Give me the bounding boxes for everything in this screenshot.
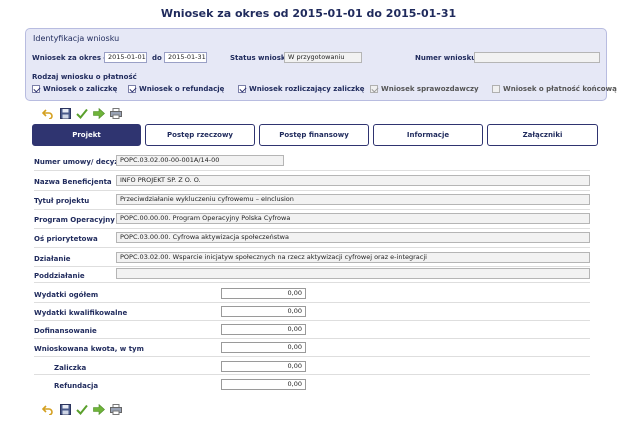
tab-bar: Projekt Postęp rzeczowy Postęp finansowy… (32, 124, 598, 146)
kind-final-label: Wniosek o płatność końcową (503, 85, 617, 93)
divider (34, 374, 590, 375)
divider (34, 266, 590, 267)
divider (34, 320, 590, 321)
submeasure-label: Poddziałanie (34, 272, 85, 280)
kind-settlement-checkbox[interactable]: Wniosek rozliczający zaliczkę (238, 85, 365, 93)
measure-label: Działanie (34, 255, 71, 263)
requested-label: Wnioskowana kwota, w tym (34, 345, 144, 353)
status-field: W przygotowaniu (284, 52, 362, 63)
kind-final-checkbox: Wniosek o płatność końcową (492, 85, 617, 93)
checkbox-box (370, 85, 378, 93)
check-icon[interactable] (75, 403, 89, 415)
print-icon[interactable] (109, 403, 123, 415)
measure-field: POPC.03.02.00. Wsparcie inicjatyw społec… (116, 252, 590, 263)
kind-label: Rodzaj wniosku o płatność (32, 73, 137, 81)
total-input[interactable]: 0,00 (221, 288, 306, 299)
number-label: Numer wniosku (415, 54, 477, 62)
kind-report-checkbox: Wniosek sprawozdawczy (370, 85, 479, 93)
period-label: Wniosek za okres od (32, 54, 114, 62)
refund-input[interactable]: 0,00 (221, 379, 306, 390)
divider (34, 282, 590, 283)
identification-panel: Identyfikacja wniosku Wniosek za okres o… (25, 28, 617, 101)
undo-icon[interactable] (41, 403, 55, 415)
checkbox-box[interactable] (128, 85, 136, 93)
tab-zalaczniki[interactable]: Załączniki (487, 124, 598, 146)
refund-label: Refundacja (54, 382, 99, 390)
save-icon[interactable] (58, 403, 72, 415)
bottom-toolbar (41, 403, 123, 415)
checkbox-box[interactable] (238, 85, 246, 93)
page-title: Wniosek za okres od 2015-01-01 do 2015-0… (160, 7, 457, 20)
kind-advance-checkbox[interactable]: Wniosek o zaliczkę (32, 85, 117, 93)
divider (34, 338, 590, 339)
contract-label: Numer umowy/ decyzji (34, 158, 124, 166)
beneficiary-label: Nazwa Beneficjenta (34, 178, 112, 186)
tab-postep-finansowy[interactable]: Postęp finansowy (259, 124, 369, 146)
program-field: POPC.00.00.00. Program Operacyjny Polska… (116, 213, 590, 224)
advance-input[interactable]: 0,00 (221, 361, 306, 372)
total-label: Wydatki ogółem (34, 291, 99, 299)
period-to-label: do (152, 54, 162, 62)
forward-icon[interactable] (92, 403, 106, 415)
kind-refund-checkbox[interactable]: Wniosek o refundację (128, 85, 224, 93)
period-from-input[interactable]: 2015-01-01 (104, 52, 147, 63)
tab-postep-rzeczowy[interactable]: Postęp rzeczowy (145, 124, 255, 146)
print-icon[interactable] (109, 107, 123, 119)
period-to-input[interactable]: 2015-01-31 (164, 52, 207, 63)
check-icon[interactable] (75, 107, 89, 119)
save-icon[interactable] (58, 107, 72, 119)
eligible-input[interactable]: 0,00 (221, 306, 306, 317)
forward-icon[interactable] (92, 107, 106, 119)
divider (34, 209, 590, 210)
divider (34, 247, 590, 248)
kind-settlement-label: Wniosek rozliczający zaliczkę (249, 85, 365, 93)
divider (34, 228, 590, 229)
divider (34, 190, 590, 191)
project-title-field: Przeciwdziałanie wykluczeniu cyfrowemu –… (116, 194, 590, 205)
cofinancing-input[interactable]: 0,00 (221, 324, 306, 335)
contract-field: POPC.03.02.00-00-001A/14-00 (116, 155, 284, 166)
requested-input[interactable]: 0,00 (221, 342, 306, 353)
tab-informacje[interactable]: Informacje (373, 124, 483, 146)
checkbox-box[interactable] (32, 85, 40, 93)
project-title-label: Tytuł projektu (34, 197, 90, 205)
tab-projekt[interactable]: Projekt (32, 124, 141, 146)
axis-field: POPC.03.00.00. Cyfrowa aktywizacja społe… (116, 232, 590, 243)
axis-label: Oś priorytetowa (34, 235, 98, 243)
kind-report-label: Wniosek sprawozdawczy (381, 85, 479, 93)
submeasure-field (116, 268, 590, 279)
status-label: Status wniosku (230, 54, 291, 62)
checkbox-box (492, 85, 500, 93)
divider (34, 170, 590, 171)
top-toolbar (41, 107, 123, 119)
eligible-label: Wydatki kwalifikowalne (34, 309, 128, 317)
number-field (474, 52, 600, 63)
program-label: Program Operacyjny (34, 216, 115, 224)
kind-refund-label: Wniosek o refundację (139, 85, 225, 93)
divider (34, 356, 590, 357)
undo-icon[interactable] (41, 107, 55, 119)
identification-heading: Identyfikacja wniosku (33, 34, 120, 43)
kind-advance-label: Wniosek o zaliczkę (43, 85, 118, 93)
cofinancing-label: Dofinansowanie (34, 327, 97, 335)
advance-label: Zaliczka (54, 364, 87, 372)
beneficiary-field: INFO PROJEKT SP. Z O. O. (116, 175, 590, 186)
divider (34, 302, 590, 303)
